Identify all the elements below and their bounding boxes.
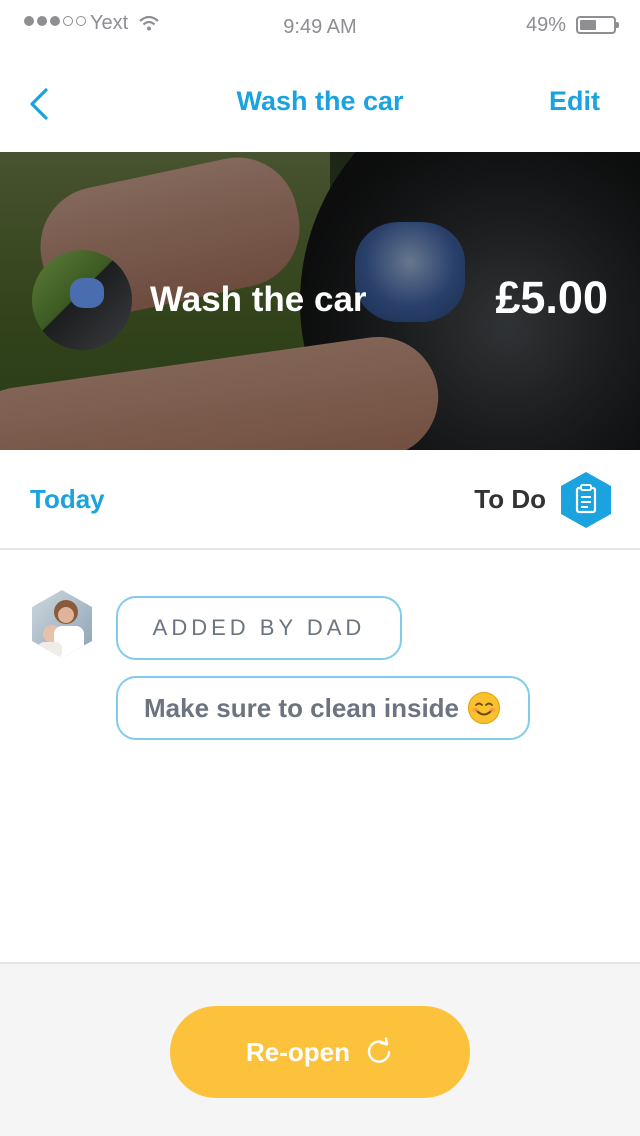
smiling-face-emoji bbox=[468, 692, 501, 724]
refresh-icon bbox=[367, 1037, 391, 1063]
battery-percent: 49% bbox=[525, 14, 566, 36]
clipboard-icon[interactable] bbox=[558, 470, 614, 530]
task-name: Wash the car bbox=[150, 280, 367, 319]
footer-bar: Re-open bbox=[0, 962, 640, 1136]
task-price: £5.00 bbox=[495, 272, 608, 323]
battery-icon bbox=[576, 16, 619, 34]
comment-text: Make sure to clean inside bbox=[144, 692, 460, 723]
reopen-button[interactable]: Re-open bbox=[170, 1006, 470, 1098]
reopen-label: Re-open bbox=[246, 1036, 350, 1067]
task-status-row: Today To Do bbox=[0, 450, 640, 550]
page-title: Wash the car bbox=[236, 86, 404, 116]
status-label: To Do bbox=[474, 484, 546, 514]
edit-button[interactable]: Edit bbox=[549, 86, 600, 117]
due-date[interactable]: Today bbox=[30, 484, 105, 515]
commenter-avatar bbox=[32, 590, 92, 658]
comment-bubble: Make sure to clean inside bbox=[116, 676, 530, 740]
nav-bar: Wash the car Edit bbox=[0, 50, 640, 152]
status-bar: Yext 9:49 AM 49% bbox=[0, 0, 640, 50]
added-by-bubble: ADDED BY DAD bbox=[116, 596, 402, 660]
task-thumbnail bbox=[32, 250, 132, 350]
task-hero-banner: Wash the car £5.00 bbox=[0, 152, 640, 450]
